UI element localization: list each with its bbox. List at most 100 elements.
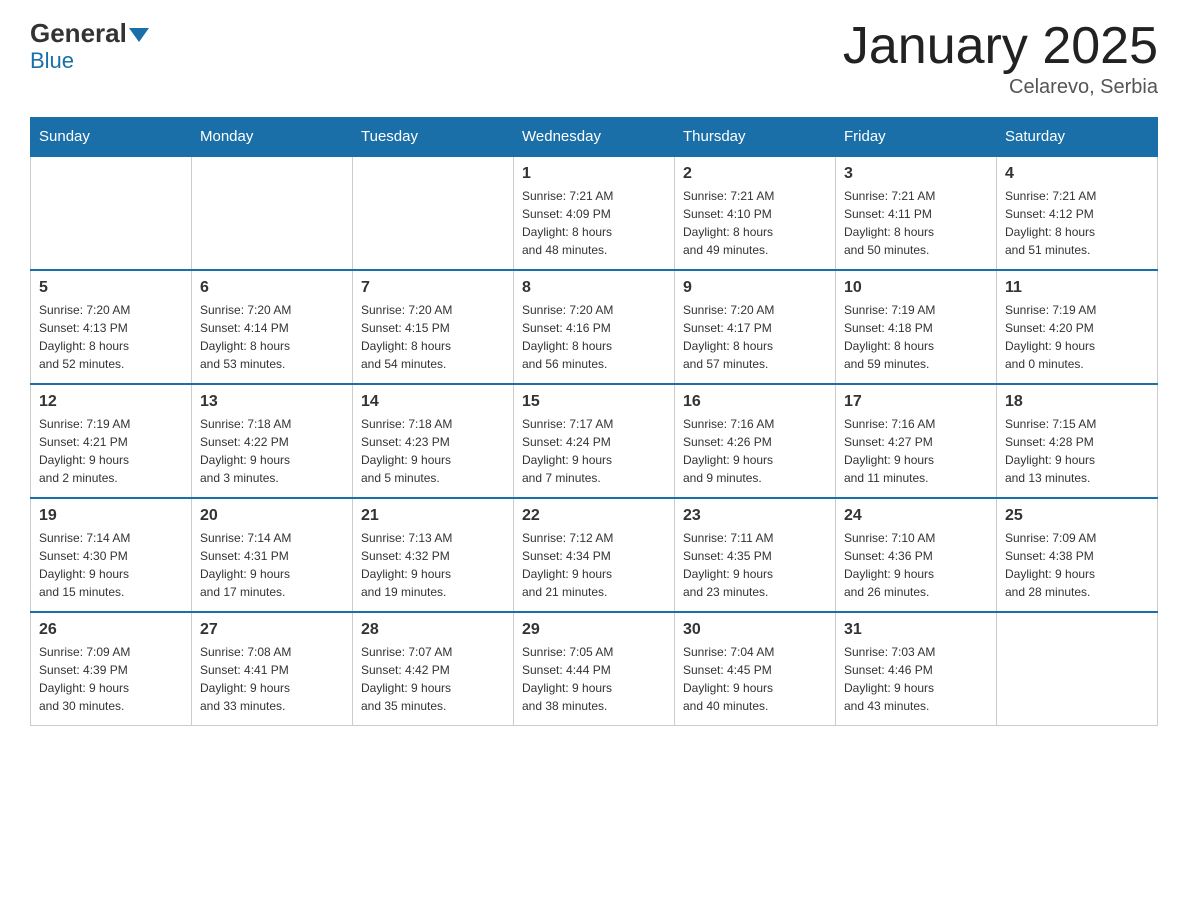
day-number: 28 <box>361 621 505 639</box>
day-number: 14 <box>361 393 505 411</box>
day-number: 23 <box>683 507 827 525</box>
week-row-1: 1 Sunrise: 7:21 AM Sunset: 4:09 PM Daylig… <box>31 156 1158 270</box>
day-info: Sunrise: 7:20 AM Sunset: 4:14 PM Dayligh… <box>200 301 344 373</box>
week-row-4: 19Sunrise: 7:14 AM Sunset: 4:30 PM Dayli… <box>31 498 1158 612</box>
day-info: Sunrise: 7:20 AM Sunset: 4:16 PM Dayligh… <box>522 301 666 373</box>
day-info: Sunrise: 7:20 AM Sunset: 4:15 PM Dayligh… <box>361 301 505 373</box>
day-info: Sunrise: 7:21 AM Sunset: 4:09 PM Dayligh… <box>522 187 666 259</box>
calendar-cell: 4 Sunrise: 7:21 AM Sunset: 4:12 PM Daylig… <box>997 156 1158 270</box>
calendar-cell: 26Sunrise: 7:09 AM Sunset: 4:39 PM Dayli… <box>31 612 192 726</box>
day-info: Sunrise: 7:10 AM Sunset: 4:36 PM Dayligh… <box>844 529 988 601</box>
day-number: 18 <box>1005 393 1149 411</box>
calendar-cell: 31 Sunrise: 7:03 AM Sunset: 4:46 PM Dayli… <box>836 612 997 726</box>
calendar-cell: 20 Sunrise: 7:14 AM Sunset: 4:31 PM Dayli… <box>192 498 353 612</box>
day-number: 15 <box>522 393 666 411</box>
day-info: Sunrise: 7:21 AM Sunset: 4:12 PM Dayligh… <box>1005 187 1149 259</box>
calendar-cell: 11Sunrise: 7:19 AM Sunset: 4:20 PM Dayli… <box>997 270 1158 384</box>
day-info: Sunrise: 7:03 AM Sunset: 4:46 PM Dayligh… <box>844 643 988 715</box>
weekday-header-friday: Friday <box>836 118 997 157</box>
weekday-header-row: SundayMondayTuesdayWednesdayThursdayFrid… <box>31 118 1158 157</box>
day-number: 16 <box>683 393 827 411</box>
day-info: Sunrise: 7:21 AM Sunset: 4:10 PM Dayligh… <box>683 187 827 259</box>
title-block: January 2025 Celarevo, Serbia <box>843 20 1158 99</box>
calendar-cell: 29Sunrise: 7:05 AM Sunset: 4:44 PM Dayli… <box>514 612 675 726</box>
day-number: 21 <box>361 507 505 525</box>
calendar-cell: 12Sunrise: 7:19 AM Sunset: 4:21 PM Dayli… <box>31 384 192 498</box>
calendar-cell <box>353 156 514 270</box>
day-number: 8 <box>522 279 666 297</box>
calendar-cell: 23 Sunrise: 7:11 AM Sunset: 4:35 PM Dayli… <box>675 498 836 612</box>
weekday-header-saturday: Saturday <box>997 118 1158 157</box>
calendar-cell: 18Sunrise: 7:15 AM Sunset: 4:28 PM Dayli… <box>997 384 1158 498</box>
day-info: Sunrise: 7:07 AM Sunset: 4:42 PM Dayligh… <box>361 643 505 715</box>
day-info: Sunrise: 7:21 AM Sunset: 4:11 PM Dayligh… <box>844 187 988 259</box>
calendar-cell: 13 Sunrise: 7:18 AM Sunset: 4:22 PM Dayli… <box>192 384 353 498</box>
day-number: 31 <box>844 621 988 639</box>
day-info: Sunrise: 7:18 AM Sunset: 4:23 PM Dayligh… <box>361 415 505 487</box>
calendar-cell <box>997 612 1158 726</box>
weekday-header-thursday: Thursday <box>675 118 836 157</box>
logo-blue-text: Blue <box>30 48 74 74</box>
day-number: 2 <box>683 165 827 183</box>
day-number: 20 <box>200 507 344 525</box>
day-number: 22 <box>522 507 666 525</box>
calendar-cell <box>192 156 353 270</box>
day-info: Sunrise: 7:17 AM Sunset: 4:24 PM Dayligh… <box>522 415 666 487</box>
day-info: Sunrise: 7:05 AM Sunset: 4:44 PM Dayligh… <box>522 643 666 715</box>
calendar-cell: 16 Sunrise: 7:16 AM Sunset: 4:26 PM Dayli… <box>675 384 836 498</box>
calendar-cell: 2 Sunrise: 7:21 AM Sunset: 4:10 PM Daylig… <box>675 156 836 270</box>
location: Celarevo, Serbia <box>843 76 1158 99</box>
day-number: 27 <box>200 621 344 639</box>
calendar-cell: 10Sunrise: 7:19 AM Sunset: 4:18 PM Dayli… <box>836 270 997 384</box>
day-number: 9 <box>683 279 827 297</box>
day-info: Sunrise: 7:04 AM Sunset: 4:45 PM Dayligh… <box>683 643 827 715</box>
day-number: 17 <box>844 393 988 411</box>
day-info: Sunrise: 7:14 AM Sunset: 4:31 PM Dayligh… <box>200 529 344 601</box>
calendar-header: SundayMondayTuesdayWednesdayThursdayFrid… <box>31 118 1158 157</box>
calendar-cell: 25Sunrise: 7:09 AM Sunset: 4:38 PM Dayli… <box>997 498 1158 612</box>
day-number: 3 <box>844 165 988 183</box>
day-number: 6 <box>200 279 344 297</box>
day-info: Sunrise: 7:19 AM Sunset: 4:18 PM Dayligh… <box>844 301 988 373</box>
month-title: January 2025 <box>843 20 1158 72</box>
day-info: Sunrise: 7:18 AM Sunset: 4:22 PM Dayligh… <box>200 415 344 487</box>
calendar-body: 1 Sunrise: 7:21 AM Sunset: 4:09 PM Daylig… <box>31 156 1158 726</box>
calendar-cell: 19Sunrise: 7:14 AM Sunset: 4:30 PM Dayli… <box>31 498 192 612</box>
calendar-cell: 27 Sunrise: 7:08 AM Sunset: 4:41 PM Dayli… <box>192 612 353 726</box>
calendar-cell: 14 Sunrise: 7:18 AM Sunset: 4:23 PM Dayli… <box>353 384 514 498</box>
calendar-cell: 28 Sunrise: 7:07 AM Sunset: 4:42 PM Dayli… <box>353 612 514 726</box>
day-number: 1 <box>522 165 666 183</box>
day-number: 24 <box>844 507 988 525</box>
day-number: 30 <box>683 621 827 639</box>
day-info: Sunrise: 7:16 AM Sunset: 4:27 PM Dayligh… <box>844 415 988 487</box>
calendar-cell: 15 Sunrise: 7:17 AM Sunset: 4:24 PM Dayli… <box>514 384 675 498</box>
day-info: Sunrise: 7:20 AM Sunset: 4:17 PM Dayligh… <box>683 301 827 373</box>
calendar-cell: 30 Sunrise: 7:04 AM Sunset: 4:45 PM Dayli… <box>675 612 836 726</box>
day-info: Sunrise: 7:20 AM Sunset: 4:13 PM Dayligh… <box>39 301 183 373</box>
day-number: 19 <box>39 507 183 525</box>
calendar-cell: 9 Sunrise: 7:20 AM Sunset: 4:17 PM Daylig… <box>675 270 836 384</box>
week-row-3: 12Sunrise: 7:19 AM Sunset: 4:21 PM Dayli… <box>31 384 1158 498</box>
calendar-cell: 6 Sunrise: 7:20 AM Sunset: 4:14 PM Daylig… <box>192 270 353 384</box>
day-number: 5 <box>39 279 183 297</box>
calendar-cell: 22Sunrise: 7:12 AM Sunset: 4:34 PM Dayli… <box>514 498 675 612</box>
calendar-cell: 17 Sunrise: 7:16 AM Sunset: 4:27 PM Dayli… <box>836 384 997 498</box>
calendar-cell: 21 Sunrise: 7:13 AM Sunset: 4:32 PM Dayli… <box>353 498 514 612</box>
day-info: Sunrise: 7:16 AM Sunset: 4:26 PM Dayligh… <box>683 415 827 487</box>
day-info: Sunrise: 7:13 AM Sunset: 4:32 PM Dayligh… <box>361 529 505 601</box>
calendar-cell: 3 Sunrise: 7:21 AM Sunset: 4:11 PM Daylig… <box>836 156 997 270</box>
page-header: General Blue January 2025 Celarevo, Serb… <box>30 20 1158 99</box>
day-info: Sunrise: 7:09 AM Sunset: 4:38 PM Dayligh… <box>1005 529 1149 601</box>
calendar-cell <box>31 156 192 270</box>
day-number: 4 <box>1005 165 1149 183</box>
day-info: Sunrise: 7:09 AM Sunset: 4:39 PM Dayligh… <box>39 643 183 715</box>
weekday-header-monday: Monday <box>192 118 353 157</box>
day-info: Sunrise: 7:11 AM Sunset: 4:35 PM Dayligh… <box>683 529 827 601</box>
calendar-cell: 1 Sunrise: 7:21 AM Sunset: 4:09 PM Daylig… <box>514 156 675 270</box>
day-info: Sunrise: 7:19 AM Sunset: 4:20 PM Dayligh… <box>1005 301 1149 373</box>
calendar-table: SundayMondayTuesdayWednesdayThursdayFrid… <box>30 117 1158 726</box>
calendar-cell: 24 Sunrise: 7:10 AM Sunset: 4:36 PM Dayli… <box>836 498 997 612</box>
day-info: Sunrise: 7:19 AM Sunset: 4:21 PM Dayligh… <box>39 415 183 487</box>
day-number: 13 <box>200 393 344 411</box>
day-info: Sunrise: 7:08 AM Sunset: 4:41 PM Dayligh… <box>200 643 344 715</box>
